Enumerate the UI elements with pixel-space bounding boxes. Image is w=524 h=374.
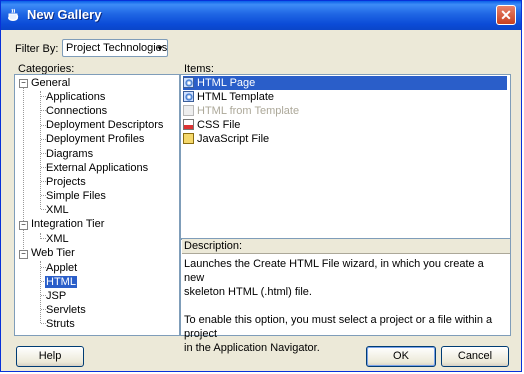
cancel-button[interactable]: Cancel: [441, 346, 509, 367]
category-html[interactable]: HTML: [45, 275, 77, 289]
items-list[interactable]: HTML Page HTML Template HTML from Templa…: [180, 74, 511, 239]
close-icon: ✕: [500, 7, 512, 23]
category-external-applications[interactable]: External Applications: [46, 161, 148, 175]
category-applet[interactable]: Applet: [46, 261, 77, 275]
category-diagrams[interactable]: Diagrams: [46, 147, 93, 161]
filter-by-label: Filter By:: [15, 43, 59, 55]
new-gallery-dialog: New Gallery ✕ Filter By: Project Technol…: [0, 0, 522, 372]
javascript-file-icon: [183, 133, 194, 144]
title-bar[interactable]: New Gallery ✕: [1, 1, 521, 30]
description-header: Description:: [182, 239, 510, 254]
css-file-icon: [183, 119, 194, 130]
item-css-file[interactable]: CSS File: [183, 118, 240, 132]
item-javascript-file[interactable]: JavaScript File: [183, 132, 269, 146]
category-general[interactable]: General: [31, 76, 70, 90]
category-deployment-descriptors[interactable]: Deployment Descriptors: [46, 118, 163, 132]
item-html-page[interactable]: HTML Page: [183, 76, 507, 90]
html-page-icon: [183, 77, 194, 88]
category-simple-files[interactable]: Simple Files: [46, 189, 106, 203]
category-deployment-profiles[interactable]: Deployment Profiles: [46, 132, 144, 146]
html-from-template-icon: [183, 105, 194, 116]
category-connections[interactable]: Connections: [46, 104, 107, 118]
close-button[interactable]: ✕: [496, 5, 516, 25]
categories-tree[interactable]: − General Applications Connections Deplo…: [14, 74, 180, 336]
web-tier-toggle[interactable]: −: [19, 250, 28, 259]
dropdown-arrow-icon: ▼: [156, 44, 164, 53]
category-web-tier[interactable]: Web Tier: [31, 246, 75, 260]
item-html-from-template[interactable]: HTML from Template: [183, 104, 299, 118]
integration-tier-toggle[interactable]: −: [19, 221, 28, 230]
category-integration-tier[interactable]: Integration Tier: [31, 217, 104, 231]
category-projects[interactable]: Projects: [46, 175, 86, 189]
item-html-template[interactable]: HTML Template: [183, 90, 274, 104]
category-xml[interactable]: XML: [46, 203, 69, 217]
category-jsp[interactable]: JSP: [46, 289, 66, 303]
ok-button[interactable]: OK: [366, 346, 436, 367]
description-text: Launches the Create HTML File wizard, in…: [184, 258, 493, 354]
category-integration-xml[interactable]: XML: [46, 232, 69, 246]
category-struts[interactable]: Struts: [46, 317, 75, 331]
html-template-icon: [183, 91, 194, 102]
filter-by-dropdown[interactable]: Project Technologies ▼: [62, 39, 168, 57]
help-button[interactable]: Help: [16, 346, 84, 367]
general-toggle[interactable]: −: [19, 79, 28, 88]
category-servlets[interactable]: Servlets: [46, 303, 86, 317]
window-title: New Gallery: [27, 7, 102, 22]
filter-by-value: Project Technologies: [66, 42, 168, 54]
coffee-cup-icon: [8, 8, 19, 21]
category-applications[interactable]: Applications: [46, 90, 105, 104]
